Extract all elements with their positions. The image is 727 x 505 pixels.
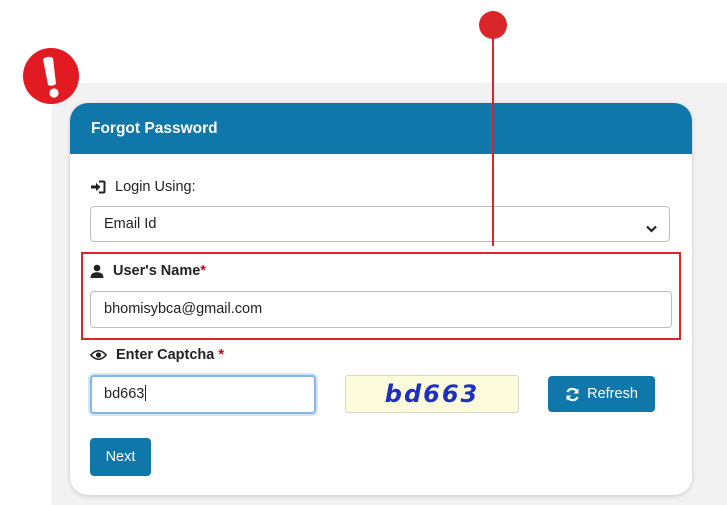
captcha-image: bd663 bbox=[345, 375, 519, 413]
next-label: Next bbox=[105, 449, 136, 465]
sign-in-icon bbox=[90, 180, 106, 194]
captcha-label: Enter Captcha * bbox=[116, 347, 224, 363]
refresh-button[interactable]: Refresh bbox=[548, 376, 655, 412]
login-using-select[interactable]: Email Id bbox=[90, 206, 670, 242]
annotation-pin-head bbox=[479, 11, 507, 39]
username-highlight-box bbox=[81, 252, 681, 340]
captcha-input-value: bd663 bbox=[104, 386, 145, 402]
captcha-input[interactable]: bd663 bbox=[90, 375, 316, 414]
refresh-icon bbox=[565, 387, 580, 402]
login-using-label-row: Login Using: bbox=[90, 179, 196, 195]
exclamation-alert-icon bbox=[22, 47, 112, 110]
required-marker: * bbox=[218, 347, 224, 363]
captcha-label-row: Enter Captcha * bbox=[90, 347, 224, 363]
next-button[interactable]: Next bbox=[90, 438, 151, 476]
annotation-pin-line bbox=[492, 30, 494, 246]
login-using-value: Email Id bbox=[104, 216, 157, 232]
text-cursor bbox=[145, 385, 147, 401]
eye-icon bbox=[90, 349, 107, 361]
chevron-down-icon bbox=[646, 221, 657, 237]
refresh-label: Refresh bbox=[587, 386, 638, 402]
card-title: Forgot Password bbox=[70, 103, 692, 154]
login-using-label: Login Using: bbox=[115, 179, 196, 195]
